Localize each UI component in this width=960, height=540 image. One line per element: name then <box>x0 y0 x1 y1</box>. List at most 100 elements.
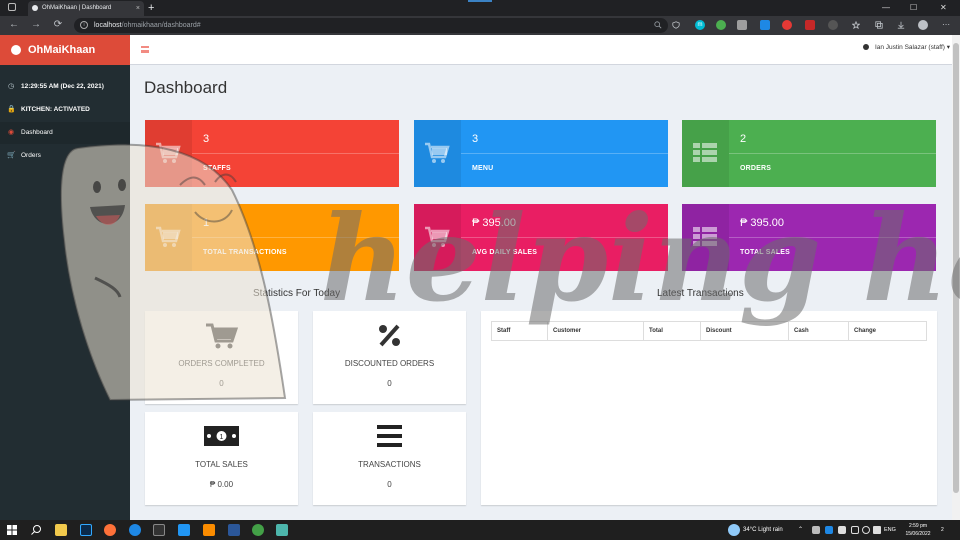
minimize-button[interactable]: — <box>882 0 890 16</box>
zoom-icon[interactable] <box>654 21 662 29</box>
site-info-icon[interactable]: i <box>80 21 88 29</box>
notification-icon[interactable]: 2 <box>941 520 944 540</box>
money-icon: 1 <box>204 426 239 446</box>
stat-label: DISCOUNTED ORDERS <box>344 359 435 368</box>
firefox-icon[interactable] <box>104 524 116 536</box>
info-box-value: 3 <box>203 133 210 145</box>
vscode-icon[interactable] <box>178 524 190 536</box>
column-header-discount[interactable]: Discount <box>700 321 789 341</box>
sidebar-kitchen-status: 🔒 KITCHEN: ACTIVATED <box>0 99 130 121</box>
address-bar[interactable]: i localhost/ohmaikhaan/dashboard# <box>74 18 668 33</box>
logo-icon <box>11 45 21 55</box>
sidebar-item-dashboard[interactable]: ◉ Dashboard <box>0 122 130 144</box>
download-icon[interactable] <box>897 21 905 29</box>
user-menu[interactable]: Ian Justin Salazar (staff) ▾ <box>862 35 950 61</box>
info-box-divider <box>192 153 399 154</box>
info-box-total-sales[interactable]: ₱ 395.00 TOTAL SALES <box>682 204 936 271</box>
column-header-cash[interactable]: Cash <box>788 321 849 341</box>
extension-grey-icon[interactable] <box>737 20 747 30</box>
word-icon[interactable] <box>228 524 240 536</box>
tab-close-icon[interactable]: × <box>136 1 140 16</box>
stat-label: ORDERS COMPLETED <box>178 359 265 368</box>
photoshop-icon[interactable] <box>80 524 92 536</box>
sidebar: OhMaiKhaan ◷ 12:29:55 AM (Dec 22, 2021) … <box>0 35 130 520</box>
tab-title: OhMaiKhaan | Dashboard <box>42 5 112 11</box>
stat-total-sales: 1 TOTAL SALES ₱ 0.00 <box>145 412 298 505</box>
profile-avatar[interactable] <box>918 20 928 30</box>
extension-green-icon[interactable] <box>716 20 726 30</box>
sidebar-toggle-icon[interactable] <box>141 46 149 53</box>
kitchen-status-text: KITCHEN: ACTIVATED <box>21 106 90 113</box>
info-box-avg-daily-sales[interactable]: ₱ 395.00 AVG DAILY SALES <box>414 204 668 271</box>
app-green-icon[interactable] <box>252 524 264 536</box>
wifi-icon[interactable] <box>862 526 870 534</box>
extension-video-icon[interactable] <box>805 20 815 30</box>
favorites-icon[interactable] <box>852 21 860 29</box>
tray-app-white-icon[interactable] <box>838 526 846 534</box>
extension-blue-icon[interactable] <box>760 20 770 30</box>
info-box-value: 2 <box>740 133 747 145</box>
sidebar-item-label: Orders <box>21 152 41 159</box>
caret-down-icon: ▾ <box>946 44 950 51</box>
app-teal-icon[interactable] <box>276 524 288 536</box>
stat-orders-completed: ORDERS COMPLETED 0 <box>145 311 298 404</box>
info-box-label: MENU <box>472 165 494 172</box>
info-box-orders[interactable]: 2 ORDERS <box>682 120 936 187</box>
brand-logo[interactable]: OhMaiKhaan <box>0 35 130 65</box>
browser-tab[interactable]: OhMaiKhaan | Dashboard × <box>28 1 144 16</box>
stat-label: TRANSACTIONS <box>358 460 421 469</box>
info-box-label: TOTAL TRANSACTIONS <box>203 249 287 256</box>
extension-puzzle-icon[interactable] <box>828 20 838 30</box>
column-header-change[interactable]: Change <box>848 321 927 341</box>
brand-name: OhMaiKhaan <box>28 44 96 56</box>
notification-count: 2 <box>941 527 944 533</box>
list-icon <box>377 425 402 447</box>
file-explorer-icon[interactable] <box>55 524 67 536</box>
forward-button[interactable]: → <box>30 19 42 31</box>
new-tab-button[interactable]: + <box>148 1 154 15</box>
collections-icon[interactable] <box>875 21 883 29</box>
maximize-button[interactable]: ☐ <box>910 0 917 16</box>
back-button[interactable]: ← <box>8 19 20 31</box>
extension-m-icon[interactable]: m <box>695 20 705 30</box>
shield-icon[interactable] <box>672 21 680 29</box>
sidebar-item-orders[interactable]: 🛒 Orders <box>0 145 130 167</box>
page-scrollbar[interactable] <box>952 35 960 520</box>
percent-icon <box>379 324 400 347</box>
tray-chevron-icon[interactable]: ⌃ <box>798 520 803 540</box>
reload-button[interactable]: ⟳ <box>52 19 64 31</box>
extension-red-icon[interactable] <box>782 20 792 30</box>
column-header-customer[interactable]: Customer <box>547 321 644 341</box>
cart-icon <box>414 204 461 271</box>
info-box-divider <box>729 153 936 154</box>
info-box-staffs[interactable]: 3 STAFFS <box>145 120 399 187</box>
edge-icon[interactable] <box>129 524 141 536</box>
info-box-value: ₱ 395.00 <box>472 217 517 229</box>
scrollbar-thumb[interactable] <box>953 43 959 493</box>
volume-icon[interactable] <box>873 526 881 534</box>
info-box-value: ₱ 395.00 <box>740 217 785 229</box>
windows-start-icon[interactable] <box>6 524 18 536</box>
weather-text[interactable]: 34°C Light rain <box>743 520 783 540</box>
tray-app-icon[interactable] <box>812 526 820 534</box>
info-box-label: TOTAL SALES <box>740 249 791 256</box>
tray-app-blue-icon[interactable] <box>825 526 833 534</box>
search-icon[interactable] <box>30 524 42 536</box>
language-indicator[interactable]: ENG <box>884 520 896 540</box>
column-header-total[interactable]: Total <box>643 321 701 341</box>
browser-menu-icon[interactable]: ⋯ <box>940 19 952 31</box>
xampp-icon[interactable] <box>203 524 215 536</box>
close-window-button[interactable]: ✕ <box>940 0 947 16</box>
battery-icon[interactable] <box>851 526 859 534</box>
info-box-menu[interactable]: 3 MENU <box>414 120 668 187</box>
column-header-staff[interactable]: Staff <box>491 321 548 341</box>
clock[interactable]: 2:59 pm 15/06/2022 <box>903 522 933 538</box>
browser-tab-bar: OhMaiKhaan | Dashboard × + — ☐ ✕ <box>0 0 960 16</box>
weather-icon[interactable] <box>728 524 740 536</box>
transactions-title: Latest Transactions <box>657 288 744 299</box>
info-box-total-transactions[interactable]: 1 TOTAL TRANSACTIONS <box>145 204 399 271</box>
table-header-row: Staff Customer Total Discount Cash Chang… <box>491 321 927 341</box>
tab-search-icon[interactable] <box>8 3 16 11</box>
stat-value: 0 <box>387 480 392 489</box>
terminal-icon[interactable] <box>153 524 165 536</box>
